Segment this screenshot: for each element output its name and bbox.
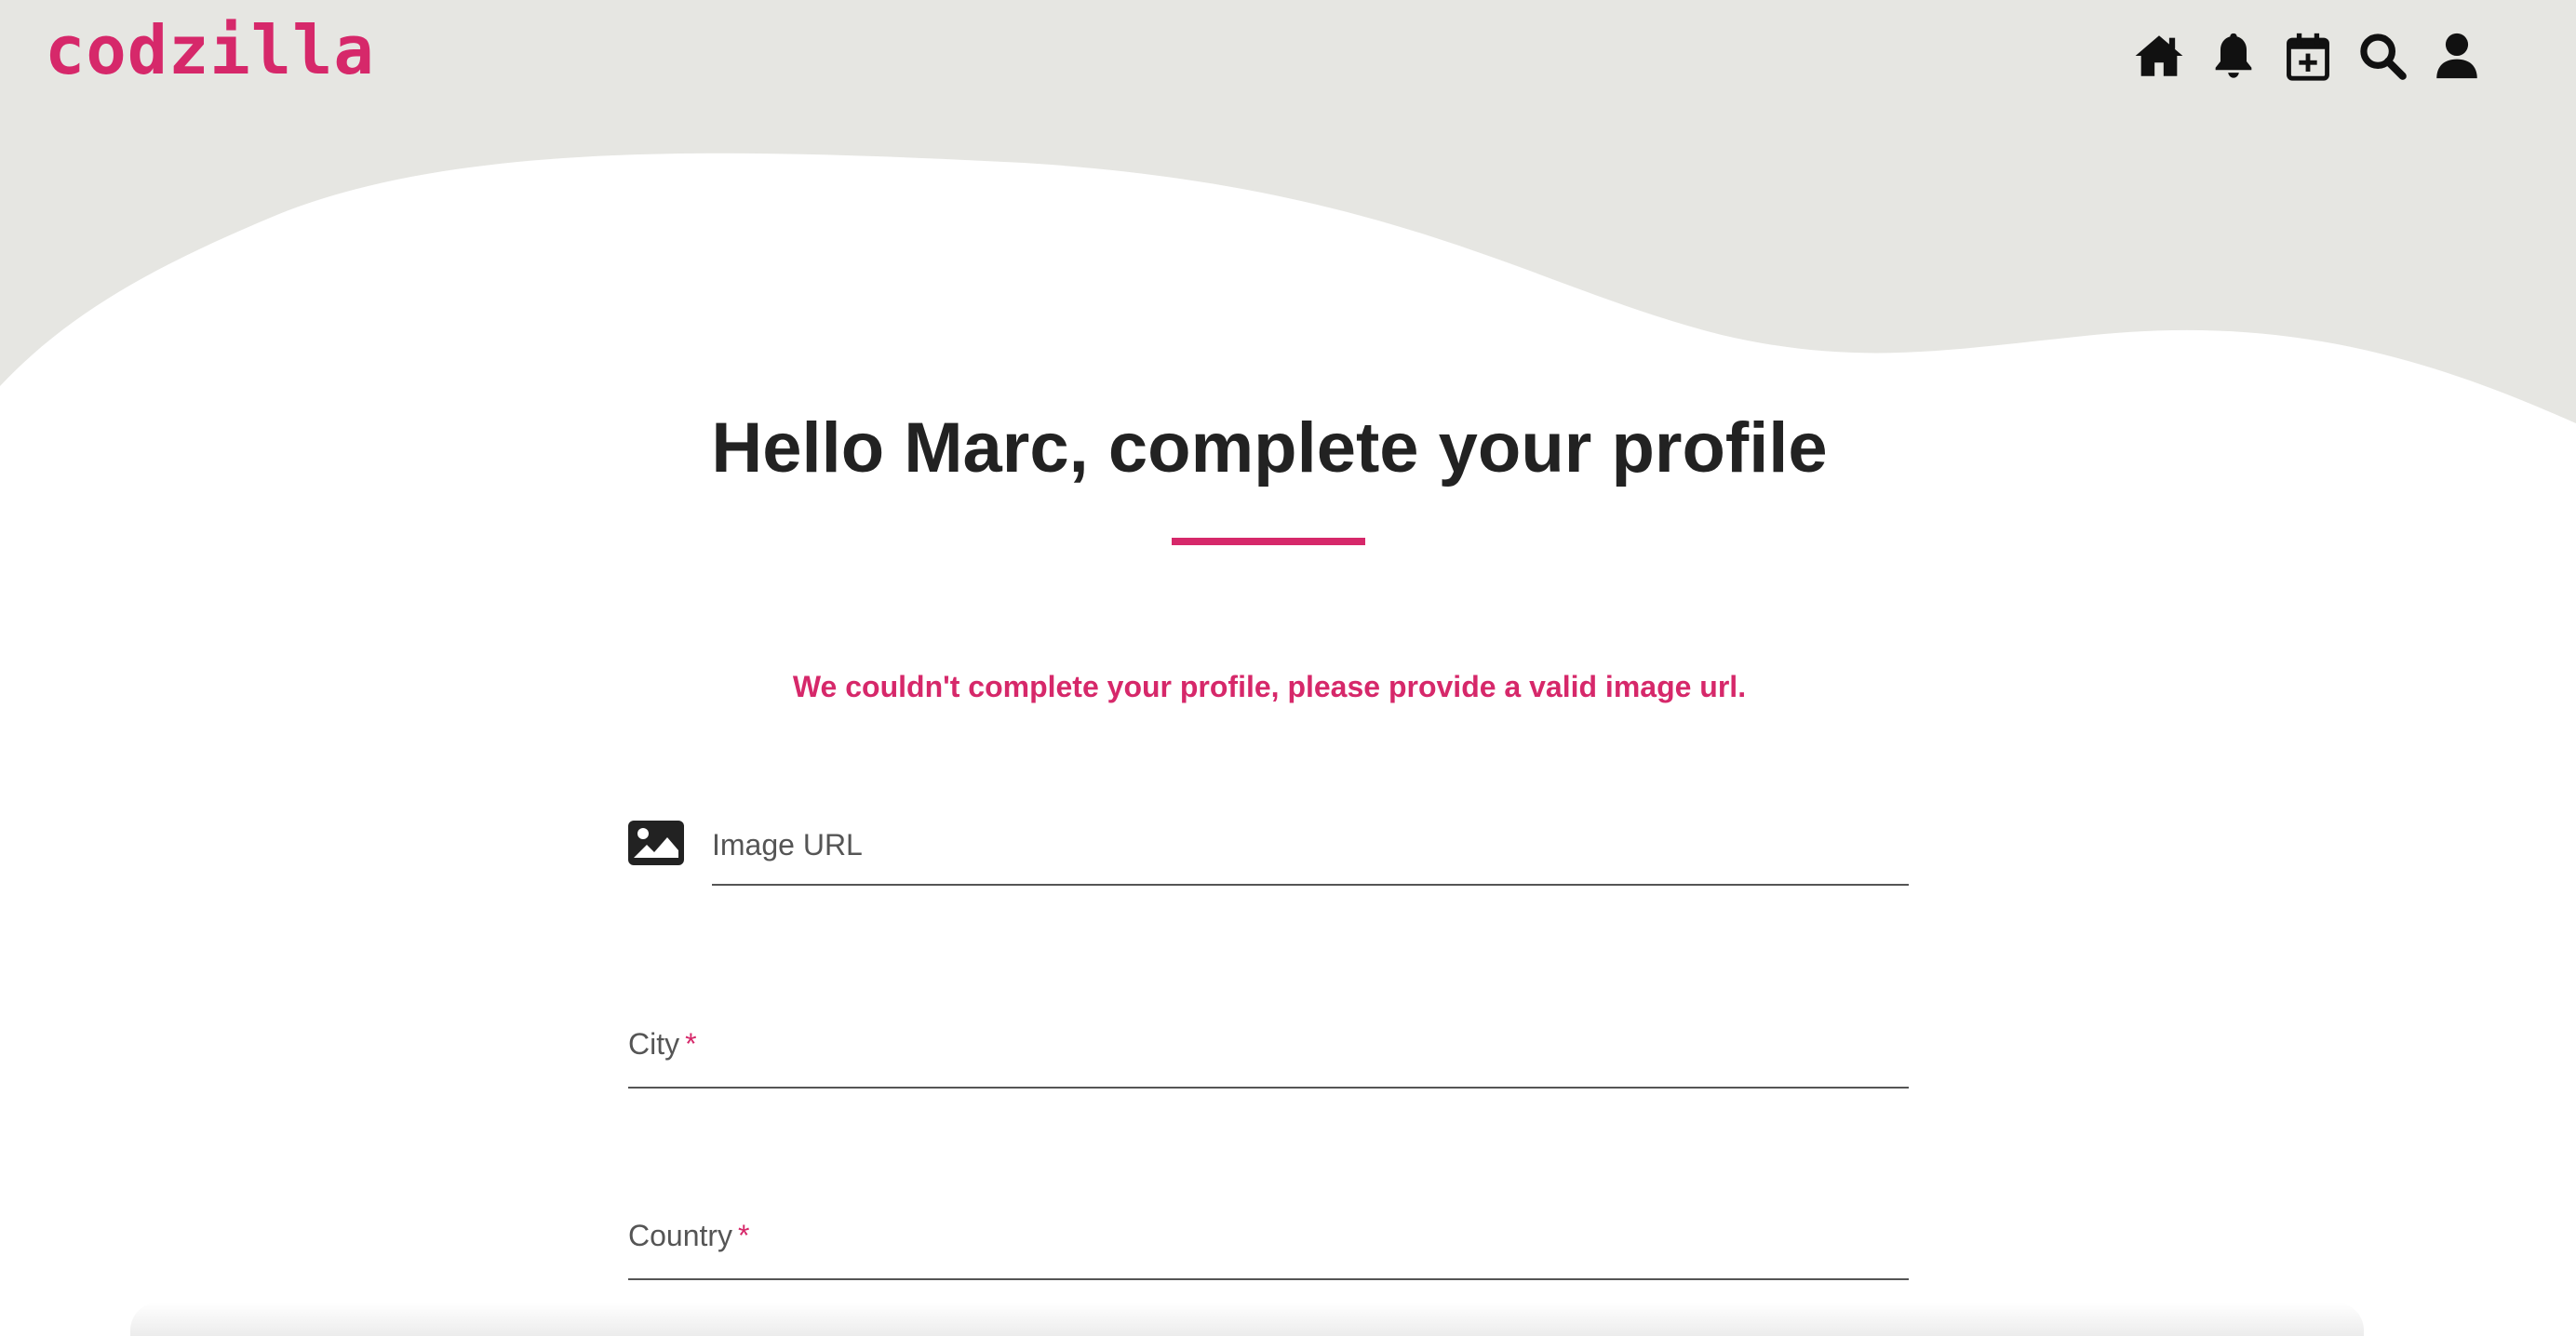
country-underline (628, 1278, 1909, 1280)
user-icon[interactable] (2420, 28, 2494, 84)
image-icon (628, 821, 684, 865)
bell-icon[interactable] (2196, 28, 2271, 84)
country-field[interactable]: Country * (628, 1208, 1909, 1280)
city-label: City * (628, 1027, 697, 1062)
home-icon[interactable] (2122, 28, 2196, 84)
profile-completion-page: codzilla Hello Marc, complete your profi… (0, 0, 2576, 1336)
city-required-marker: * (685, 1027, 697, 1061)
logo[interactable]: codzilla (45, 17, 375, 84)
city-underline (628, 1087, 1909, 1089)
country-label: Country * (628, 1219, 750, 1253)
form-card-edge (130, 1303, 2364, 1336)
search-icon[interactable] (2345, 28, 2420, 84)
error-message: We couldn't complete your profile, pleas… (792, 670, 1747, 703)
top-nav (2122, 28, 2494, 84)
country-label-text: Country (628, 1219, 733, 1252)
image-url-underline (712, 884, 1909, 886)
city-field[interactable]: City * (628, 1014, 1909, 1089)
image-url-label: Image URL (712, 828, 863, 862)
title-divider (1172, 538, 1365, 545)
country-required-marker: * (738, 1219, 750, 1252)
page-title: Hello Marc, complete your profile (711, 408, 1828, 488)
calendar-plus-icon[interactable] (2271, 28, 2345, 84)
image-url-field[interactable]: Image URL (628, 809, 1909, 886)
city-label-text: City (628, 1027, 680, 1061)
